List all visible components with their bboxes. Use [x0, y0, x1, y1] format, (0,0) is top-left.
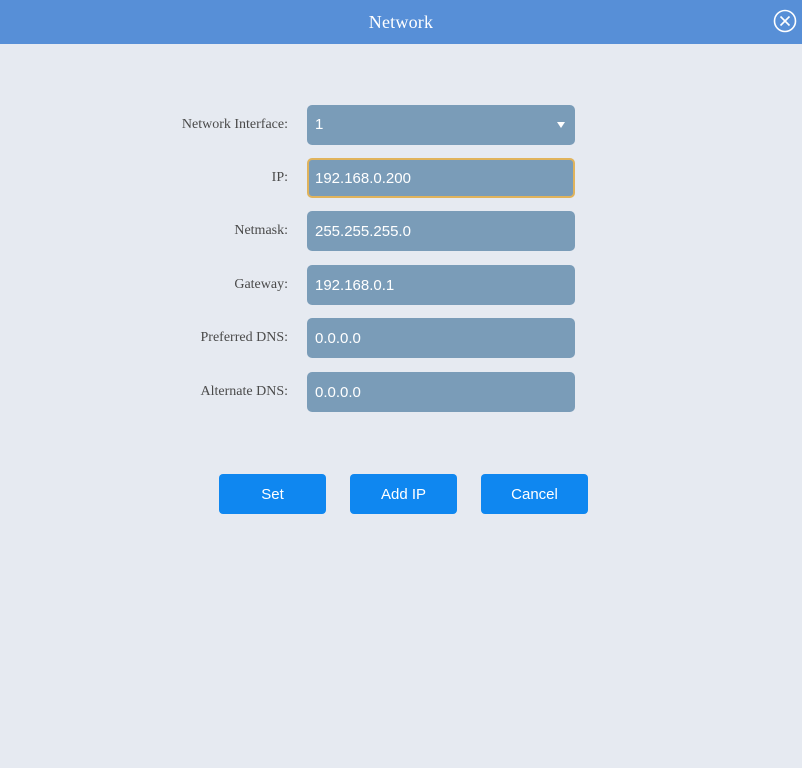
alternate-dns-row: Alternate DNS: [0, 372, 802, 412]
netmask-row: Netmask: [0, 211, 802, 251]
close-button[interactable] [772, 8, 798, 34]
set-button[interactable]: Set [219, 474, 326, 514]
caret-down-icon [557, 122, 565, 128]
dialog-title: Network [368, 11, 434, 32]
alternate-dns-label: Alternate DNS: [200, 384, 288, 399]
ip-row: IP: [0, 158, 802, 198]
netmask-input[interactable] [307, 211, 575, 251]
ip-input[interactable] [307, 158, 575, 198]
title-bar: Network [0, 0, 802, 44]
preferred-dns-input[interactable] [307, 318, 575, 358]
network-interface-label: Network Interface: [181, 117, 288, 132]
cancel-button[interactable]: Cancel [481, 474, 588, 514]
add-ip-button[interactable]: Add IP [350, 474, 457, 514]
network-interface-value: 1 [315, 116, 324, 133]
gateway-input[interactable] [307, 265, 575, 305]
network-interface-select[interactable]: 1 [307, 105, 575, 145]
netmask-label: Netmask: [234, 223, 288, 238]
close-circle-icon [773, 9, 797, 33]
network-interface-row: Network Interface: 1 [0, 105, 802, 145]
network-dialog: Network Network Interface: 1 IP: Netmask… [0, 0, 802, 768]
preferred-dns-row: Preferred DNS: [0, 318, 802, 358]
ip-label: IP: [271, 170, 288, 185]
gateway-row: Gateway: [0, 265, 802, 305]
preferred-dns-label: Preferred DNS: [200, 330, 288, 345]
alternate-dns-input[interactable] [307, 372, 575, 412]
gateway-label: Gateway: [234, 277, 288, 292]
